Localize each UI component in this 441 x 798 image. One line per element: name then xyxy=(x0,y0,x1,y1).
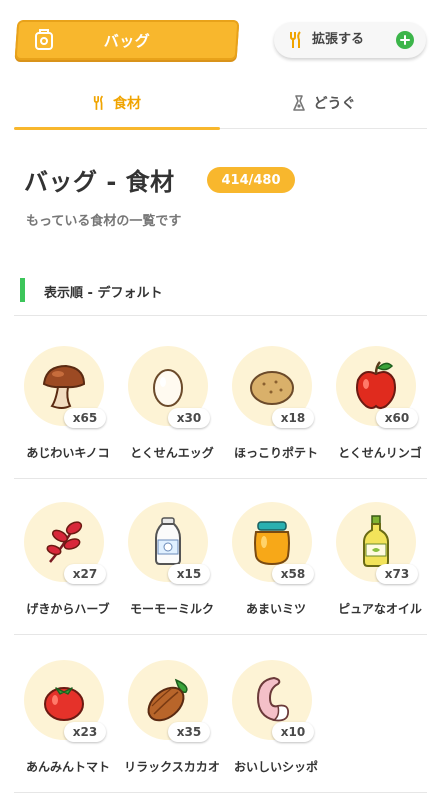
item-quantity: x18 xyxy=(272,408,314,428)
item-name: げきからハーブ xyxy=(26,602,110,616)
bag-button-label: バッグ xyxy=(103,31,151,50)
sort-order-label[interactable]: 表示順 - デフォルト xyxy=(44,282,162,301)
item-quantity: x15 xyxy=(168,564,210,584)
item-name: あじわいキノコ xyxy=(26,446,110,460)
bag-button[interactable]: バッグ xyxy=(14,20,240,60)
capacity-badge: 414/480 xyxy=(207,167,295,193)
plus-icon xyxy=(396,31,414,49)
ingredient-item[interactable]: x27 げきからハーブ xyxy=(18,502,122,632)
herb-icon xyxy=(46,521,83,563)
item-quantity: x60 xyxy=(376,408,418,428)
ingredient-item[interactable]: x65 あじわいキノコ xyxy=(18,346,122,476)
item-name: とくせんエッグ xyxy=(130,446,214,460)
item-quantity: x58 xyxy=(272,564,314,584)
page-subtitle: もっている食材の一覧です xyxy=(26,214,182,229)
item-quantity: x23 xyxy=(64,722,106,742)
divider xyxy=(14,792,427,793)
ingredient-item[interactable]: x73 ピュアなオイル xyxy=(330,502,434,632)
ingredient-item[interactable]: x60 とくせんリンゴ xyxy=(330,346,434,476)
expand-button[interactable]: 拡張する xyxy=(274,22,426,58)
tab-ingredients[interactable]: 食材 xyxy=(14,78,220,128)
expand-button-label: 拡張する xyxy=(312,32,365,47)
tab-divider xyxy=(220,128,427,129)
item-quantity: x30 xyxy=(168,408,210,428)
oil-icon xyxy=(363,515,389,567)
cutlery-icon xyxy=(290,31,301,48)
tail-icon xyxy=(256,676,290,722)
milk-icon xyxy=(155,517,181,565)
sort-marker xyxy=(20,278,25,302)
active-tab-indicator xyxy=(14,127,220,130)
divider xyxy=(14,634,427,635)
tab-tools-label: どうぐ xyxy=(313,96,356,112)
tool-icon xyxy=(292,95,305,111)
tab-ingredients-label: 食材 xyxy=(113,96,141,112)
ingredient-item[interactable]: x10 おいしいシッポ xyxy=(226,660,330,790)
potato-icon xyxy=(250,371,294,405)
item-name: おいしいシッポ xyxy=(233,760,318,774)
tab-tools[interactable]: どうぐ xyxy=(220,78,427,128)
tomato-icon xyxy=(44,687,84,721)
ingredient-item[interactable]: x23 あんみんトマト xyxy=(18,660,122,790)
page-title: バッグ - 食材 xyxy=(24,168,175,196)
item-quantity: x27 xyxy=(64,564,106,584)
item-name: あまいミツ xyxy=(245,602,306,616)
item-name: あんみんトマト xyxy=(25,760,110,774)
tab-bar: 食材 どうぐ xyxy=(0,78,441,132)
egg-icon xyxy=(153,369,183,407)
item-name: モーモーミルク xyxy=(129,602,214,616)
item-quantity: x35 xyxy=(168,722,210,742)
top-bar: バッグ 拡張する xyxy=(0,0,441,78)
ingredient-item[interactable]: x35 リラックスカカオ xyxy=(122,660,226,790)
cacao-icon xyxy=(147,678,188,722)
ingredient-item[interactable]: x15 モーモーミルク xyxy=(122,502,226,632)
item-name: ピュアなオイル xyxy=(338,602,422,616)
divider xyxy=(14,315,427,316)
mushroom-icon xyxy=(42,364,86,409)
divider xyxy=(14,478,427,479)
ingredient-item[interactable]: x58 あまいミツ xyxy=(226,502,330,632)
item-name: ほっこりポテト xyxy=(233,446,318,460)
apple-icon xyxy=(356,361,396,409)
honey-icon xyxy=(254,521,290,566)
ingredient-item[interactable]: x30 とくせんエッグ xyxy=(122,346,226,476)
item-quantity: x73 xyxy=(376,564,418,584)
item-quantity: x10 xyxy=(272,722,314,742)
cutlery-icon xyxy=(93,95,104,110)
item-name: リラックスカカオ xyxy=(124,760,220,774)
ingredient-item[interactable]: x18 ほっこりポテト xyxy=(226,346,330,476)
item-name: とくせんリンゴ xyxy=(338,446,422,460)
item-quantity: x65 xyxy=(64,408,106,428)
